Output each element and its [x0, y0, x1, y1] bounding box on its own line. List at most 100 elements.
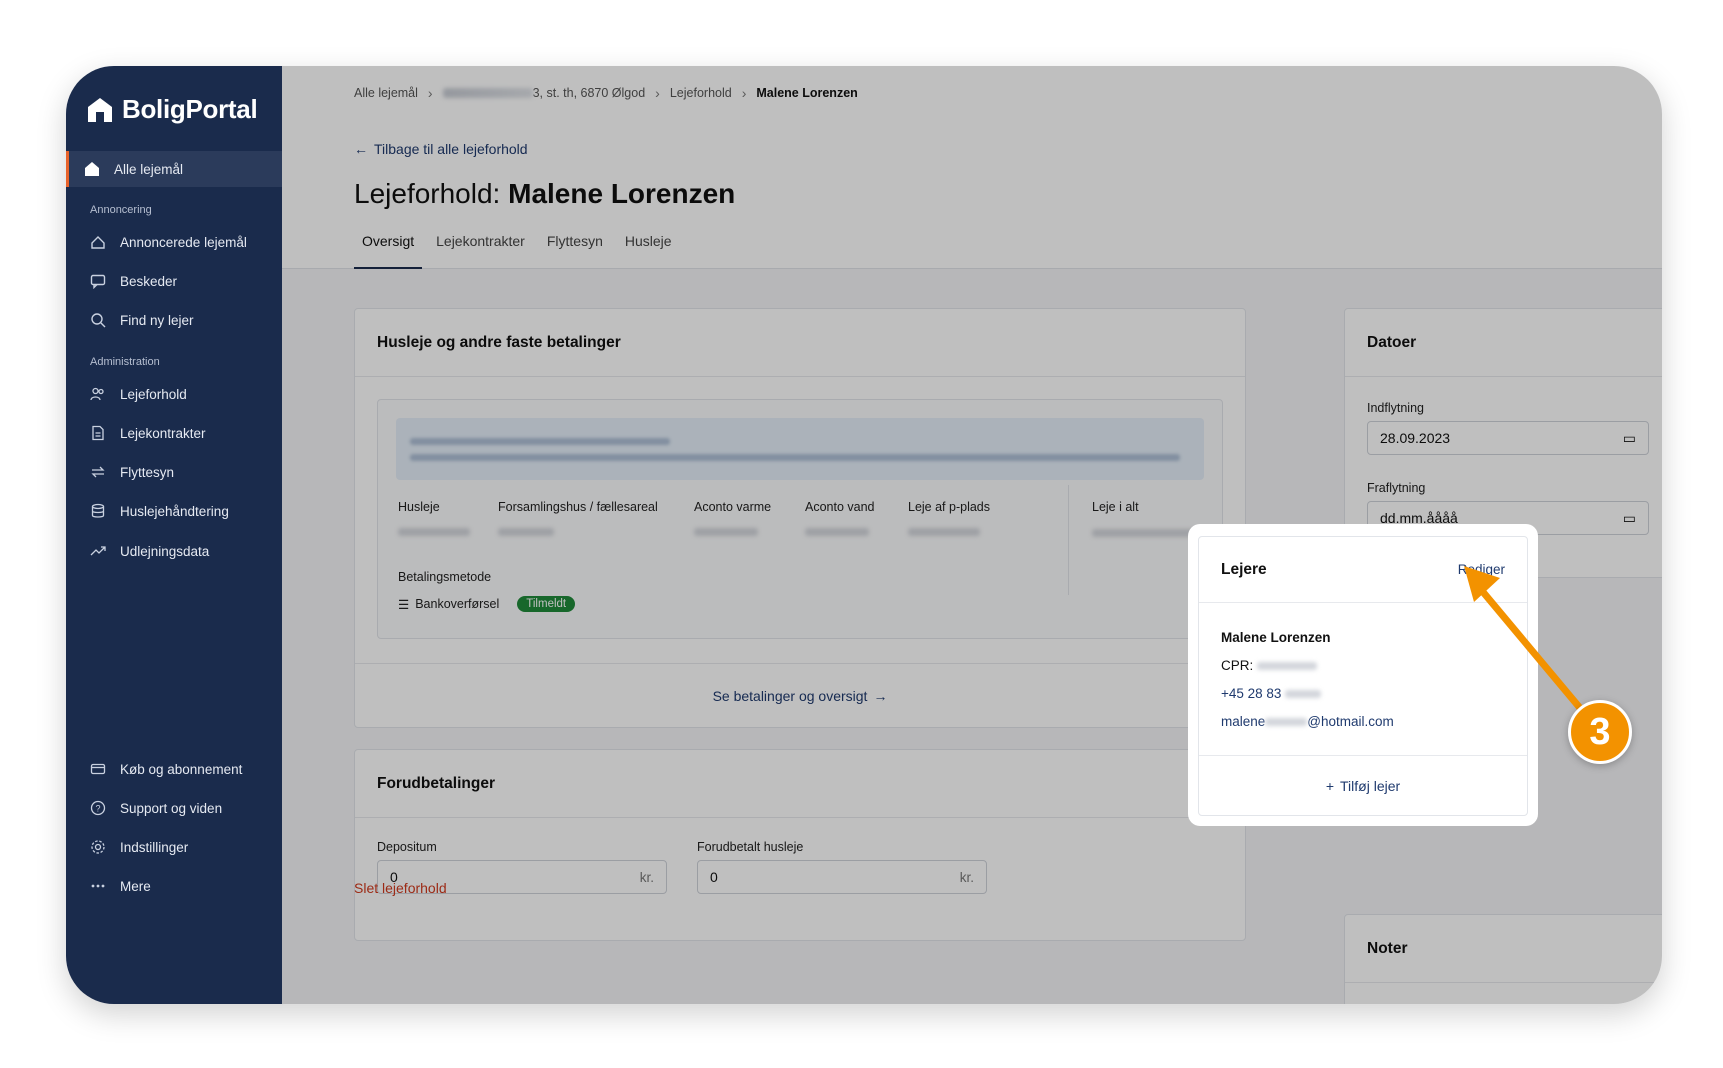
sidebar-item-label: Support og viden — [120, 800, 223, 816]
redacted-phone — [1285, 690, 1322, 699]
help-icon: ? — [90, 800, 106, 816]
gear-icon — [91, 840, 105, 854]
move-in-value: 28.09.2023 — [1380, 430, 1451, 446]
breadcrumb-address[interactable]: 3, st. th, 6870 Ølgod — [442, 86, 645, 100]
sidebar-item-mere[interactable]: Mere — [66, 868, 282, 904]
col-husleje: Husleje — [398, 500, 440, 514]
calendar-icon: ▭ — [1622, 429, 1636, 446]
see-payments-label: Se betalinger og oversigt — [712, 687, 868, 704]
more-dots-icon — [91, 884, 105, 888]
arrow-right-icon: → — [873, 687, 888, 704]
status-badge: Tilmeldt — [517, 596, 576, 612]
cpr-label: CPR: — [1221, 658, 1254, 673]
sidebar-item-label: Lejekontrakter — [120, 425, 206, 441]
home-icon — [85, 162, 99, 176]
tab-oversigt[interactable]: Oversigt — [354, 229, 423, 269]
tenant-cpr: CPR: — [1221, 658, 1318, 673]
sidebar-item-flyttesyn[interactable]: Flyttesyn — [66, 454, 282, 490]
sidebar-item-label: Indstillinger — [120, 839, 189, 855]
move-out-label: Fraflytning — [1367, 481, 1426, 495]
page-title-prefix: Lejeforhold: — [354, 178, 501, 209]
redacted-cpr — [1257, 662, 1318, 671]
redacted-value — [694, 528, 758, 536]
col-p-plads: Leje af p-plads — [908, 500, 991, 514]
col-aconto-varme: Aconto varme — [694, 500, 772, 514]
notes-card-title: Noter — [1345, 915, 1662, 983]
sidebar-item-annoncerede[interactable]: Annoncerede lejemål — [66, 224, 282, 260]
redacted-info-banner — [396, 418, 1204, 480]
dates-card-title: Datoer — [1345, 309, 1662, 377]
see-payments-link[interactable]: Se betalinger og oversigt → — [355, 663, 1245, 727]
redacted-email — [1265, 718, 1308, 727]
move-in-date-input[interactable]: 28.09.2023 ▭ — [1367, 421, 1649, 455]
chevron-right-icon: › — [741, 85, 747, 101]
sidebar-item-lejekontrakter[interactable]: Lejekontrakter — [66, 415, 282, 451]
breadcrumb-parent[interactable]: Lejeforhold — [670, 86, 732, 100]
sidebar-item-support[interactable]: ? Support og viden — [66, 790, 282, 826]
sidebar-item-label: Alle lejemål — [114, 161, 184, 177]
page-header: Alle lejemål › 3, st. th, 6870 Ølgod › L… — [282, 66, 1662, 269]
search-icon — [91, 313, 106, 328]
email-suffix: @hotmail.com — [1307, 714, 1394, 729]
page-title: Lejeforhold: Malene Lorenzen — [354, 178, 735, 210]
megaphone-icon — [91, 236, 105, 249]
list-icon: ☰ — [398, 597, 410, 612]
col-aconto-vand: Aconto vand — [805, 500, 875, 514]
page-title-name: Malene Lorenzen — [508, 178, 736, 209]
redacted-address — [442, 88, 533, 98]
divider — [1068, 485, 1069, 595]
add-tenant-button[interactable]: + Tilføj lejer — [1199, 755, 1527, 815]
sidebar-item-label: Udlejningsdata — [120, 543, 210, 559]
tenant-phone[interactable]: +45 28 83 — [1221, 686, 1322, 701]
redacted-value — [908, 528, 980, 536]
tab-flyttesyn[interactable]: Flyttesyn — [539, 229, 611, 269]
document-icon — [92, 425, 104, 441]
tenant-email[interactable]: malene @hotmail.com — [1221, 714, 1394, 729]
step-number-badge: 3 — [1568, 700, 1632, 764]
svg-text:?: ? — [95, 804, 100, 814]
plus-icon: + — [1325, 777, 1335, 794]
sidebar-item-label: Huslejehåndtering — [120, 503, 229, 519]
brand-logo[interactable]: BoligPortal — [86, 94, 258, 125]
sidebar-item-lejeforhold[interactable]: Lejeforhold — [66, 376, 282, 412]
sidebar-item-find-lejer[interactable]: Find ny lejer — [66, 302, 282, 338]
sidebar-item-udlejningsdata[interactable]: Udlejningsdata — [66, 533, 282, 569]
payments-card-title: Husleje og andre faste betalinger — [355, 309, 1245, 377]
sidebar-item-label: Annoncerede lejemål — [120, 234, 247, 250]
back-link-label: Tilbage til alle lejeforhold — [374, 141, 528, 157]
currency-suffix: kr. — [959, 869, 974, 885]
calendar-icon: ▭ — [1622, 509, 1636, 526]
prepaid-rent-label: Forudbetalt husleje — [697, 840, 804, 854]
redacted-value — [398, 528, 470, 536]
sidebar-item-indstillinger[interactable]: Indstillinger — [66, 829, 282, 865]
redacted-value — [498, 528, 554, 536]
sidebar-item-kob[interactable]: Køb og abonnement — [66, 751, 282, 787]
add-tenant-label: Tilføj lejer — [1340, 777, 1401, 794]
col-leje-i-alt: Leje i alt — [1092, 500, 1139, 514]
prepaid-rent-input[interactable]: 0 kr. — [697, 860, 987, 894]
tab-husleje[interactable]: Husleje — [617, 229, 680, 269]
sidebar: BoligPortal Alle lejemål Annoncering Ann… — [66, 66, 282, 1004]
delete-lease-link[interactable]: Slet lejeforhold — [354, 880, 447, 896]
move-in-label: Indflytning — [1367, 401, 1424, 415]
phone-text: +45 28 83 — [1221, 686, 1282, 701]
back-link[interactable]: ← Tilbage til alle lejeforhold — [354, 141, 528, 157]
chat-icon — [90, 274, 106, 289]
col-forsamlingshus: Forsamlingshus / fællesareal — [498, 500, 658, 514]
sidebar-item-beskeder[interactable]: Beskeder — [66, 263, 282, 299]
sidebar-item-alle-lejemal[interactable]: Alle lejemål — [66, 151, 282, 187]
sidebar-item-huslejehandtering[interactable]: Huslejehåndtering — [66, 493, 282, 529]
credit-card-icon — [90, 763, 106, 775]
sidebar-item-label: Flyttesyn — [120, 464, 175, 480]
payments-summary: Husleje Forsamlingshus / fællesareal Aco… — [377, 399, 1223, 639]
redacted-value — [1092, 529, 1202, 537]
house-logo-icon — [88, 97, 112, 122]
payment-method: ☰ Bankoverførsel Tilmeldt — [398, 596, 576, 612]
chevron-right-icon: › — [655, 85, 660, 101]
tenants-card-title: Lejere — [1221, 560, 1267, 578]
section-annoncering: Annoncering — [90, 204, 152, 216]
breadcrumb-root[interactable]: Alle lejemål — [354, 86, 418, 100]
tab-lejekontrakter[interactable]: Lejekontrakter — [428, 229, 533, 269]
breadcrumb: Alle lejemål › 3, st. th, 6870 Ølgod › L… — [354, 85, 858, 101]
brand-name: BoligPortal — [122, 94, 258, 124]
